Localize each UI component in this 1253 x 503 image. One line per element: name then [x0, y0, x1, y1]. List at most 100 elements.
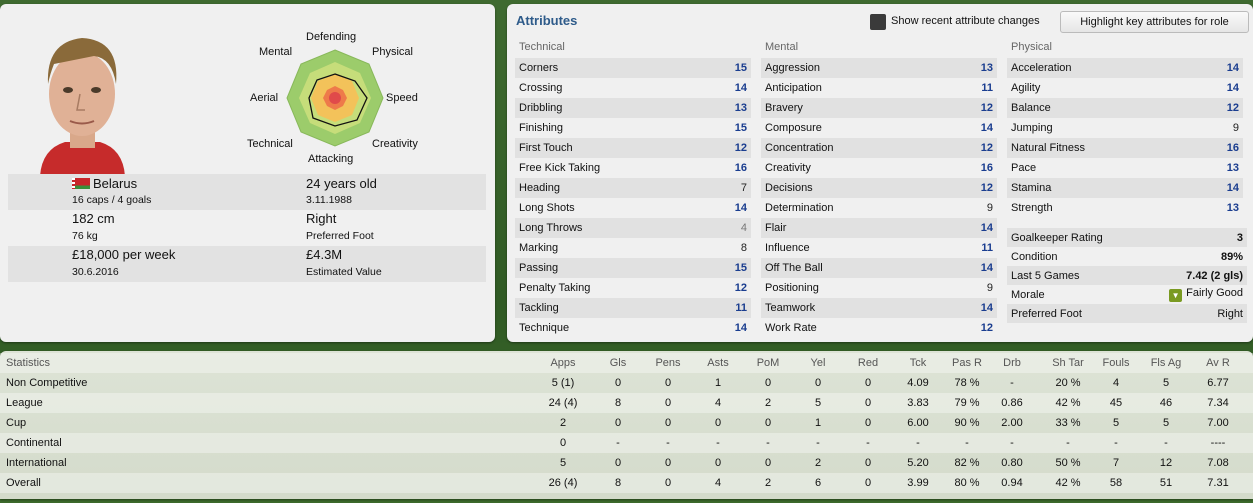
attribute-name: Composure [765, 122, 822, 134]
stat-column-header[interactable]: Apps [540, 353, 586, 373]
attribute-row[interactable]: Passing 15 [515, 258, 751, 278]
statistics-row[interactable]: Overall 26 (4) 8 0 4 2 6 0 3.99 80 % 0.94 42 % 58 51 7… [0, 473, 1253, 493]
attribute-row[interactable]: Long Shots 14 [515, 198, 751, 218]
attribute-row[interactable]: Positioning 9 [761, 278, 997, 298]
attribute-value: 12 [1226, 102, 1239, 114]
stat-cell: 7 [1112, 457, 1120, 469]
attribute-name: Natural Fitness [1011, 142, 1085, 154]
attribute-row[interactable]: Agility 14 [1007, 78, 1243, 98]
attribute-row[interactable]: Influence 11 [761, 238, 997, 258]
attribute-row[interactable]: First Touch 12 [515, 138, 751, 158]
stat-column-header[interactable]: Sh Tar [1040, 353, 1096, 373]
attribute-value: 9 [1232, 122, 1239, 134]
stat-column-header[interactable]: Red [848, 353, 888, 373]
stat-cell: 0 [764, 377, 772, 389]
show-recent-changes-label[interactable]: Show recent attribute changes [891, 15, 1040, 27]
attribute-row[interactable]: Dribbling 13 [515, 98, 751, 118]
statistics-row[interactable]: International 5 0 0 0 0 2 0 5.20 82 % 0.80 50 % 7 12 7… [0, 453, 1253, 473]
attribute-row[interactable]: Bravery 12 [761, 98, 997, 118]
highlight-key-attributes-button[interactable]: Highlight key attributes for role [1060, 11, 1249, 33]
status-value: Right [1217, 307, 1243, 320]
attribute-value: 14 [980, 262, 993, 274]
attribute-value: 15 [734, 62, 747, 74]
stat-cell: 0 [864, 417, 872, 429]
nationality[interactable]: Belarus [72, 176, 137, 191]
attribute-row[interactable]: Heading 7 [515, 178, 751, 198]
attribute-row[interactable]: Work Rate 12 [761, 318, 997, 338]
stat-cell: 2 [764, 397, 772, 409]
attribute-row[interactable]: Stamina 14 [1007, 178, 1243, 198]
stat-cell: 2 [814, 457, 822, 469]
stat-cell: - [816, 437, 820, 449]
attribute-name: Long Shots [519, 202, 575, 214]
attribute-row[interactable]: Long Throws 4 [515, 218, 751, 238]
attribute-row[interactable]: Acceleration 14 [1007, 58, 1243, 78]
attribute-row[interactable]: Off The Ball 14 [761, 258, 997, 278]
stat-column-header[interactable]: Pens [648, 353, 688, 373]
stat-column-header[interactable]: Fouls [1094, 353, 1138, 373]
attribute-name: Crossing [519, 82, 563, 94]
stat-column-header[interactable]: Asts [698, 353, 738, 373]
stat-column-header[interactable]: Tck [898, 353, 938, 373]
stat-column-header[interactable]: PoM [748, 353, 788, 373]
attribute-row[interactable]: Free Kick Taking 16 [515, 158, 751, 178]
attribute-row[interactable]: Aggression 13 [761, 58, 997, 78]
attribute-row[interactable]: Corners 15 [515, 58, 751, 78]
stat-cell: 82 % [954, 457, 980, 469]
status-value-wrap: Right [1217, 308, 1243, 320]
stat-cell: - [1010, 377, 1014, 389]
attribute-value: 14 [980, 122, 993, 134]
status-value: 3 [1236, 231, 1243, 244]
attribute-name: Determination [765, 202, 834, 214]
stat-column-header[interactable]: Statistics [6, 353, 206, 373]
stat-cell: 3.83 [907, 397, 929, 409]
attribute-value: 11 [735, 302, 747, 314]
attribute-row[interactable]: Determination 9 [761, 198, 997, 218]
attribute-row[interactable]: Anticipation 11 [761, 78, 997, 98]
attribute-row[interactable]: Creativity 16 [761, 158, 997, 178]
attribute-row[interactable]: Strength 13 [1007, 198, 1243, 218]
stat-column-header[interactable]: Drb [992, 353, 1032, 373]
attribute-name: Technique [519, 322, 570, 334]
column-heading-technical: Technical [519, 41, 565, 53]
attribute-row[interactable]: Teamwork 14 [761, 298, 997, 318]
show-recent-changes-checkbox[interactable] [870, 14, 886, 30]
attribute-row[interactable]: Marking 8 [515, 238, 751, 258]
attribute-row[interactable]: Penalty Taking 12 [515, 278, 751, 298]
attribute-row[interactable]: Decisions 12 [761, 178, 997, 198]
attribute-row[interactable]: Technique 14 [515, 318, 751, 338]
stat-cell: 0.80 [1001, 457, 1023, 469]
stat-cell: 46 [1159, 397, 1173, 409]
radar-label-speed: Speed [386, 92, 418, 104]
attribute-row[interactable]: Composure 14 [761, 118, 997, 138]
stat-column-header[interactable]: Fls Ag [1144, 353, 1188, 373]
attribute-row[interactable]: Crossing 14 [515, 78, 751, 98]
status-row: Last 5 Games 7.42 (2 gls) [1007, 266, 1247, 285]
attribute-row[interactable]: Concentration 12 [761, 138, 997, 158]
stat-cell: 7.34 [1207, 397, 1229, 409]
stat-cell: 80 % [954, 477, 980, 489]
stat-column-header[interactable]: Av R [1196, 353, 1240, 373]
attribute-row[interactable]: Balance 12 [1007, 98, 1243, 118]
attribute-value: 11 [981, 82, 993, 94]
attribute-value: 9 [986, 202, 993, 214]
attribute-value: 16 [1226, 142, 1239, 154]
attribute-row[interactable]: Finishing 15 [515, 118, 751, 138]
attribute-row[interactable]: Jumping 9 [1007, 118, 1243, 138]
statistics-row[interactable]: Non Competitive 5 (1) 0 0 1 0 0 0 4.09 78 % - 20 % 4… [0, 373, 1253, 393]
attribute-row[interactable]: Natural Fitness 16 [1007, 138, 1243, 158]
stat-column-header[interactable]: Pas R [944, 353, 990, 373]
stat-cell: 5 [1162, 377, 1170, 389]
stat-column-header[interactable]: Gls [598, 353, 638, 373]
stat-column-header[interactable]: Yel [798, 353, 838, 373]
statistics-row[interactable]: Continental 0- - - - - - - - - - - - ---- [0, 433, 1253, 453]
stat-cell: - [1114, 437, 1118, 449]
caps-goals: 16 caps / 4 goals [72, 194, 152, 206]
info-row-contract: £18,000 per week 30.6.2016 £4.3M Estimat… [8, 246, 486, 282]
statistics-row[interactable]: League 24 (4) 8 0 4 2 5 0 3.83 79 % 0.86 42 % 45 46 7.… [0, 393, 1253, 413]
column-heading-mental: Mental [765, 41, 799, 53]
attribute-row[interactable]: Pace 13 [1007, 158, 1243, 178]
attribute-row[interactable]: Tackling 11 [515, 298, 751, 318]
attribute-row[interactable]: Flair 14 [761, 218, 997, 238]
statistics-row[interactable]: Cup 2 0 0 0 0 1 0 6.00 90 % 2.00 33 % 5 5 7.00 [0, 413, 1253, 433]
